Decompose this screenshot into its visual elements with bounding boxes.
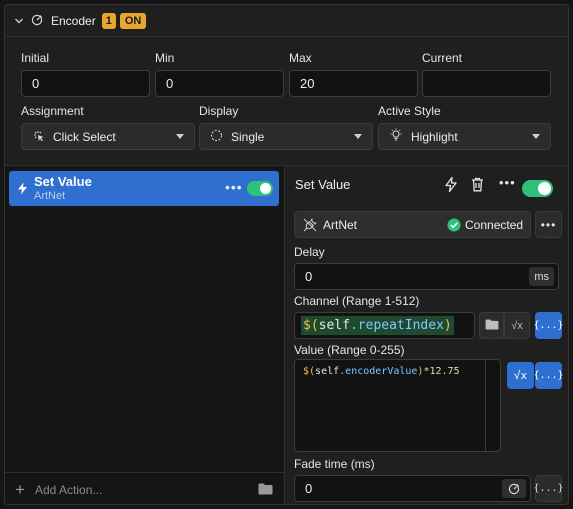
folder-icon[interactable] [258,483,273,498]
fade-value: 0 [305,481,313,496]
fade-label: Fade time (ms) [294,457,375,471]
assignment-select[interactable]: Click Select [21,123,195,150]
min-input[interactable]: 0 [155,70,284,97]
action-name: Set Value [34,174,92,189]
fade-variable-button[interactable]: {...} [533,475,564,502]
channel-label: Channel (Range 1-512) [294,294,420,308]
value-expression-input[interactable]: $(self.encoderValue)*12.75 [294,359,501,452]
initial-input[interactable]: 0 [21,70,150,97]
delay-label: Delay [294,245,325,259]
detail-enabled-toggle[interactable] [522,180,553,197]
lightning-icon [17,182,28,198]
value-label: Value (Range 0-255) [294,343,405,357]
display-value: Single [231,129,265,144]
sqrt-icon: √x [513,369,528,382]
display-label: Display [199,104,239,118]
assignment-label: Assignment [21,104,84,118]
caret-down-icon [532,134,540,139]
active-style-label: Active Style [378,104,441,118]
action-detail-panel: Set Value ••• ArtNet Connected ••• Delay [286,166,568,504]
delay-value: 0 [305,269,313,284]
dashed-circle-icon [210,129,223,145]
state-badge: ON [119,13,147,29]
check-circle-icon [447,218,461,235]
action-enabled-toggle[interactable] [247,181,273,196]
fade-input[interactable]: 0 [294,475,531,502]
caret-down-icon [176,134,184,139]
max-input[interactable]: 20 [289,70,418,97]
current-input[interactable] [422,70,551,97]
add-action-bar: + Add Action... [5,472,285,504]
gutter-line [485,360,486,451]
plug-icon [303,218,317,235]
connection-selector[interactable]: ArtNet Connected [294,211,531,238]
panel-header[interactable]: Encoder 1 ON [5,5,568,37]
value-expression: $(self.encoderValue)*12.75 [303,366,460,377]
assignment-value: Click Select [53,129,116,144]
header-divider [5,36,568,37]
detail-title: Set Value [295,177,351,192]
timer-icon[interactable] [502,479,526,498]
sqrt-icon: √x [511,319,523,332]
display-select[interactable]: Single [199,123,373,150]
variable-button[interactable]: {...} [533,312,564,339]
trash-icon[interactable] [471,177,484,195]
current-label: Current [422,51,463,65]
connection-name: ArtNet [323,218,358,232]
action-item-set-value[interactable]: Set Value ArtNet ••• [9,171,279,206]
initial-label: Initial [21,51,50,65]
braces-icon: {...} [533,370,564,381]
number-badge: 1 [101,13,116,29]
connection-more-button[interactable]: ••• [535,211,562,238]
actions-list: Set Value ArtNet ••• + Add Action... [5,166,285,504]
channel-expression-input[interactable]: $(self.repeatIndex) [294,312,475,339]
connection-status: Connected [465,218,524,232]
delay-unit: ms [529,267,554,286]
active-style-select[interactable]: Highlight [378,123,551,150]
caret-down-icon [354,134,362,139]
lightning-icon[interactable] [445,176,457,195]
plus-icon[interactable]: + [15,480,25,500]
add-action-button[interactable]: Add Action... [35,483,102,497]
min-label: Min [155,51,175,65]
channel-expression: $(self.repeatIndex) [301,316,454,335]
folder-icon [485,318,499,333]
action-type: ArtNet [34,190,66,202]
braces-icon: {...} [533,483,564,494]
value-variable-button[interactable]: {...} [533,362,564,389]
max-label: Max [289,51,312,65]
more-options-icon: ••• [540,217,557,232]
function-button[interactable]: √x [504,312,530,339]
panel-title: Encoder [51,14,96,28]
encoder-icon [31,14,43,29]
toggle-knob [538,182,551,195]
active-style-value: Highlight [411,129,458,144]
more-options-icon[interactable]: ••• [225,180,243,194]
browse-folder-button[interactable] [479,312,504,339]
toggle-knob [260,183,271,194]
lightbulb-icon [389,128,403,145]
value-function-button[interactable]: √x [507,362,534,389]
chevron-down-icon[interactable] [13,15,25,27]
encoder-panel: Encoder 1 ON Initial 0 Min 0 Max 20 Curr… [4,4,569,505]
more-options-icon[interactable]: ••• [499,176,516,189]
delay-input[interactable]: 0 ms [294,263,559,290]
click-icon [32,129,45,145]
braces-icon: {...} [533,320,564,331]
